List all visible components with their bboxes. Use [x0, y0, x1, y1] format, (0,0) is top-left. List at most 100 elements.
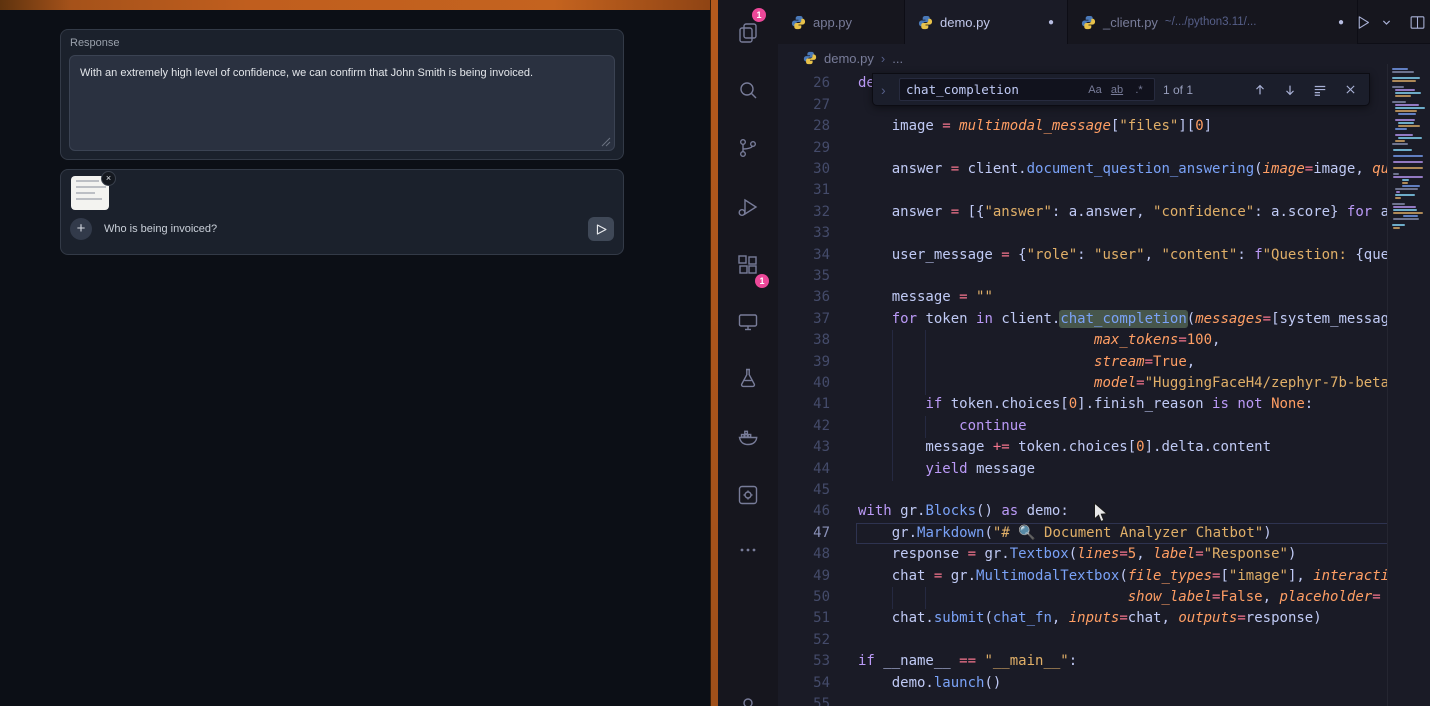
breadcrumb-symbol[interactable]: ...	[892, 51, 903, 66]
code-line-34[interactable]: 34 user_message = {"role": "user", "cont…	[778, 245, 1388, 267]
code-line-47[interactable]: 47 gr.Markdown("# 🔍 Document Analyzer Ch…	[778, 523, 1388, 545]
minimap[interactable]	[1387, 64, 1430, 706]
line-number[interactable]: 39	[778, 352, 830, 373]
code-line-48[interactable]: 48 response = gr.Textbox(lines=5, label=…	[778, 544, 1388, 566]
line-number[interactable]: 43	[778, 437, 830, 458]
code-line-35[interactable]: 35	[778, 266, 1388, 288]
line-number[interactable]: 52	[778, 630, 830, 651]
send-button[interactable]	[588, 217, 614, 241]
toggle-replace-button[interactable]: ›	[881, 82, 891, 98]
line-number[interactable]: 55	[778, 694, 830, 706]
add-file-button[interactable]: +	[70, 218, 92, 240]
find-in-selection-button[interactable]	[1309, 79, 1331, 101]
run-button[interactable]	[1355, 14, 1372, 31]
line-number[interactable]: 35	[778, 266, 830, 287]
code-line-51[interactable]: 51 chat.submit(chat_fn, inputs=chat, out…	[778, 608, 1388, 630]
resize-handle-icon[interactable]	[601, 137, 611, 147]
line-number[interactable]: 38	[778, 330, 830, 351]
code-line-44[interactable]: 44 yield message	[778, 459, 1388, 481]
code-text: stream=True,	[858, 352, 1195, 373]
code-line-54[interactable]: 54 demo.launch()	[778, 673, 1388, 695]
activity-dev-container[interactable]	[718, 471, 778, 519]
minimap-line	[1393, 155, 1423, 157]
line-number[interactable]: 26	[778, 73, 830, 94]
close-find-button[interactable]	[1339, 79, 1361, 101]
code-line-31[interactable]: 31	[778, 180, 1388, 202]
code-line-29[interactable]: 29	[778, 138, 1388, 160]
code-line-49[interactable]: 49 chat = gr.MultimodalTextbox(file_type…	[778, 566, 1388, 588]
selection-lines-icon	[1313, 83, 1327, 97]
code-line-33[interactable]: 33	[778, 223, 1388, 245]
line-number[interactable]: 51	[778, 608, 830, 629]
code-area[interactable]: 26def chat_fn(multimodal_message):2728 i…	[778, 72, 1430, 706]
code-text: image = multimodal_message["files"][0]	[858, 116, 1212, 137]
line-number[interactable]: 46	[778, 501, 830, 522]
line-number[interactable]: 27	[778, 95, 830, 116]
activity-account[interactable]	[718, 682, 778, 706]
line-number[interactable]: 30	[778, 159, 830, 180]
response-textarea[interactable]: With an extremely high level of confiden…	[69, 55, 615, 151]
line-number[interactable]: 48	[778, 544, 830, 565]
code-line-45[interactable]: 45	[778, 480, 1388, 502]
code-line-36[interactable]: 36 message = ""	[778, 287, 1388, 309]
code-line-38[interactable]: 38 max_tokens=100,	[778, 330, 1388, 352]
previous-match-button[interactable]	[1249, 79, 1271, 101]
tab-client-py[interactable]: _client.py ~/.../python3.11/... ●	[1068, 0, 1358, 44]
line-number[interactable]: 40	[778, 373, 830, 394]
code-line-30[interactable]: 30 answer = client.document_question_ans…	[778, 159, 1388, 181]
activity-extensions[interactable]: 1	[718, 241, 778, 289]
find-input[interactable]: chat_completion Aa ab .*	[899, 78, 1155, 101]
code-line-39[interactable]: 39 stream=True,	[778, 352, 1388, 374]
code-line-32[interactable]: 32 answer = [{"answer": a.answer, "confi…	[778, 202, 1388, 224]
activity-remote-explorer[interactable]	[718, 298, 778, 346]
line-number[interactable]: 49	[778, 566, 830, 587]
activity-run-debug[interactable]	[718, 183, 778, 231]
run-dropdown-chevron[interactable]	[1381, 17, 1392, 28]
code-line-55[interactable]: 55	[778, 694, 1388, 706]
line-number[interactable]: 36	[778, 287, 830, 308]
line-number[interactable]: 45	[778, 480, 830, 501]
code-line-53[interactable]: 53if __name__ == "__main__":	[778, 651, 1388, 673]
line-number[interactable]: 50	[778, 587, 830, 608]
code-line-43[interactable]: 43 message += token.choices[0].delta.con…	[778, 437, 1388, 459]
activity-testing[interactable]	[718, 354, 778, 402]
line-number[interactable]: 33	[778, 223, 830, 244]
line-number[interactable]: 28	[778, 116, 830, 137]
split-editor-button[interactable]	[1409, 14, 1426, 31]
line-number[interactable]: 47	[778, 523, 830, 544]
code-line-42[interactable]: 42 continue	[778, 416, 1388, 438]
message-input[interactable]: Who is being invoiced?	[104, 223, 588, 235]
activity-source-control[interactable]	[718, 124, 778, 172]
code-line-46[interactable]: 46with gr.Blocks() as demo:	[778, 501, 1388, 523]
line-number[interactable]: 34	[778, 245, 830, 266]
line-number[interactable]: 32	[778, 202, 830, 223]
line-number[interactable]: 44	[778, 459, 830, 480]
activity-search[interactable]	[718, 66, 778, 114]
line-number[interactable]: 37	[778, 309, 830, 330]
activity-explorer[interactable]: 1	[718, 9, 778, 57]
activity-docker[interactable]	[718, 413, 778, 461]
code-line-28[interactable]: 28 image = multimodal_message["files"][0…	[778, 116, 1388, 138]
tab-label: app.py	[813, 15, 852, 30]
code-line-37[interactable]: 37 for token in client.chat_completion(m…	[778, 309, 1388, 331]
remove-attachment-button[interactable]: ×	[101, 171, 116, 186]
code-line-52[interactable]: 52	[778, 630, 1388, 652]
tab-demo-py[interactable]: demo.py ●	[905, 0, 1068, 44]
tab-app-py[interactable]: app.py	[778, 0, 905, 44]
match-case-button[interactable]: Aa	[1086, 84, 1104, 96]
line-number[interactable]: 54	[778, 673, 830, 694]
line-number[interactable]: 42	[778, 416, 830, 437]
breadcrumb-file[interactable]: demo.py	[824, 51, 874, 66]
code-line-41[interactable]: 41 if token.choices[0].finish_reason is …	[778, 394, 1388, 416]
code-line-40[interactable]: 40 model="HuggingFaceH4/zephyr-7b-beta",	[778, 373, 1388, 395]
whole-word-button[interactable]: ab	[1108, 84, 1126, 96]
activity-more[interactable]	[718, 526, 778, 574]
next-match-button[interactable]	[1279, 79, 1301, 101]
attachment-thumbnail[interactable]: ×	[71, 176, 109, 210]
code-line-50[interactable]: 50 show_label=False, placeholder=	[778, 587, 1388, 609]
line-number[interactable]: 29	[778, 138, 830, 159]
line-number[interactable]: 41	[778, 394, 830, 415]
line-number[interactable]: 53	[778, 651, 830, 672]
regex-button[interactable]: .*	[1130, 84, 1148, 96]
line-number[interactable]: 31	[778, 180, 830, 201]
